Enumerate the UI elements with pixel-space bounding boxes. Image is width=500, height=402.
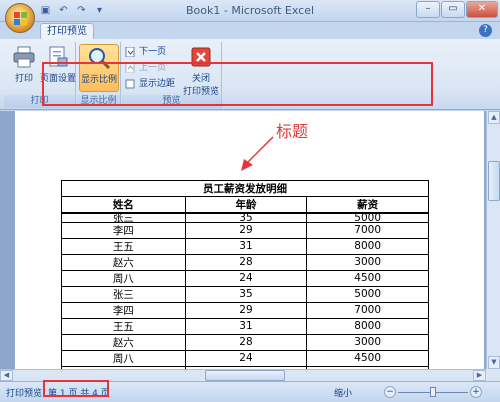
table-row: 王五 31 8000: [61, 318, 429, 335]
table-title: 员工薪资发放明细: [61, 180, 429, 197]
office-button[interactable]: [5, 3, 35, 33]
table-row: 周八 24 4500: [61, 270, 429, 287]
table-row: 李四 29 7000: [61, 302, 429, 319]
minimize-button[interactable]: –: [416, 1, 440, 18]
salary-table: 员工薪资发放明细 姓名 年龄 薪资 张三 35 5000 李四 29 7000 王五…: [61, 180, 429, 369]
table-header-row: 姓名 年龄 薪资: [61, 196, 429, 214]
status-mode: 打印预览: [6, 389, 43, 399]
zoom-slider-thumb[interactable]: [430, 387, 436, 397]
ribbon-tab-row: 打印预览 ?: [0, 22, 500, 39]
close-window-button[interactable]: ✕: [466, 1, 498, 18]
zoom-minus-icon[interactable]: −: [384, 386, 396, 398]
printer-icon: [13, 46, 35, 68]
table-row: 王五 31 8000: [61, 238, 429, 255]
scroll-right-icon[interactable]: ▶: [473, 370, 486, 381]
scroll-corner: [486, 369, 500, 381]
table-row: 周八 24 4500: [61, 350, 429, 367]
next-page-button[interactable]: 下一页: [125, 45, 166, 59]
table-row: 张三 35 5000: [61, 213, 429, 223]
table-row: 李四 29 7000: [61, 222, 429, 239]
window-controls: – ▭ ✕: [416, 1, 498, 18]
help-icon[interactable]: ?: [479, 24, 492, 37]
print-label: 打印: [14, 74, 33, 84]
title-highlight-box: [42, 62, 433, 106]
vertical-scrollbar[interactable]: ▲ ▼: [486, 111, 500, 369]
page-count-highlight-box: [43, 380, 109, 397]
header-salary: 薪资: [306, 196, 429, 214]
table-row: 赵六 28 3000: [61, 254, 429, 271]
zoom-plus-icon[interactable]: +: [470, 386, 482, 398]
header-age: 年龄: [184, 196, 308, 214]
maximize-button[interactable]: ▭: [441, 1, 465, 18]
header-name: 姓名: [61, 196, 186, 214]
scroll-left-icon[interactable]: ◀: [0, 370, 13, 381]
table-row: 张三355000: [61, 286, 429, 303]
table-title-row: 员工薪资发放明细: [61, 180, 429, 197]
next-page-icon: [125, 47, 135, 57]
tab-print-preview[interactable]: 打印预览: [40, 23, 94, 39]
preview-area: 员工薪资发放明细 姓名 年龄 薪资 张三 35 5000 李四 29 7000 王五…: [0, 111, 486, 369]
title-bar: ▣ ↶ ↷ ▾ Book1 - Microsoft Excel – ▭ ✕: [0, 0, 500, 22]
scroll-up-icon[interactable]: ▲: [488, 111, 500, 124]
annotation-label: 标题: [276, 122, 309, 141]
table-row: 赵六 28 3000: [61, 334, 429, 351]
preview-page: 员工薪资发放明细 姓名 年龄 薪资 张三 35 5000 李四 29 7000 王五…: [15, 111, 484, 369]
vertical-scroll-thumb[interactable]: [488, 161, 500, 201]
scroll-down-icon[interactable]: ▼: [488, 356, 500, 369]
zoom-out-label: 缩小: [334, 389, 353, 399]
horizontal-scroll-thumb[interactable]: [205, 370, 285, 381]
office-logo-icon: [14, 12, 27, 25]
